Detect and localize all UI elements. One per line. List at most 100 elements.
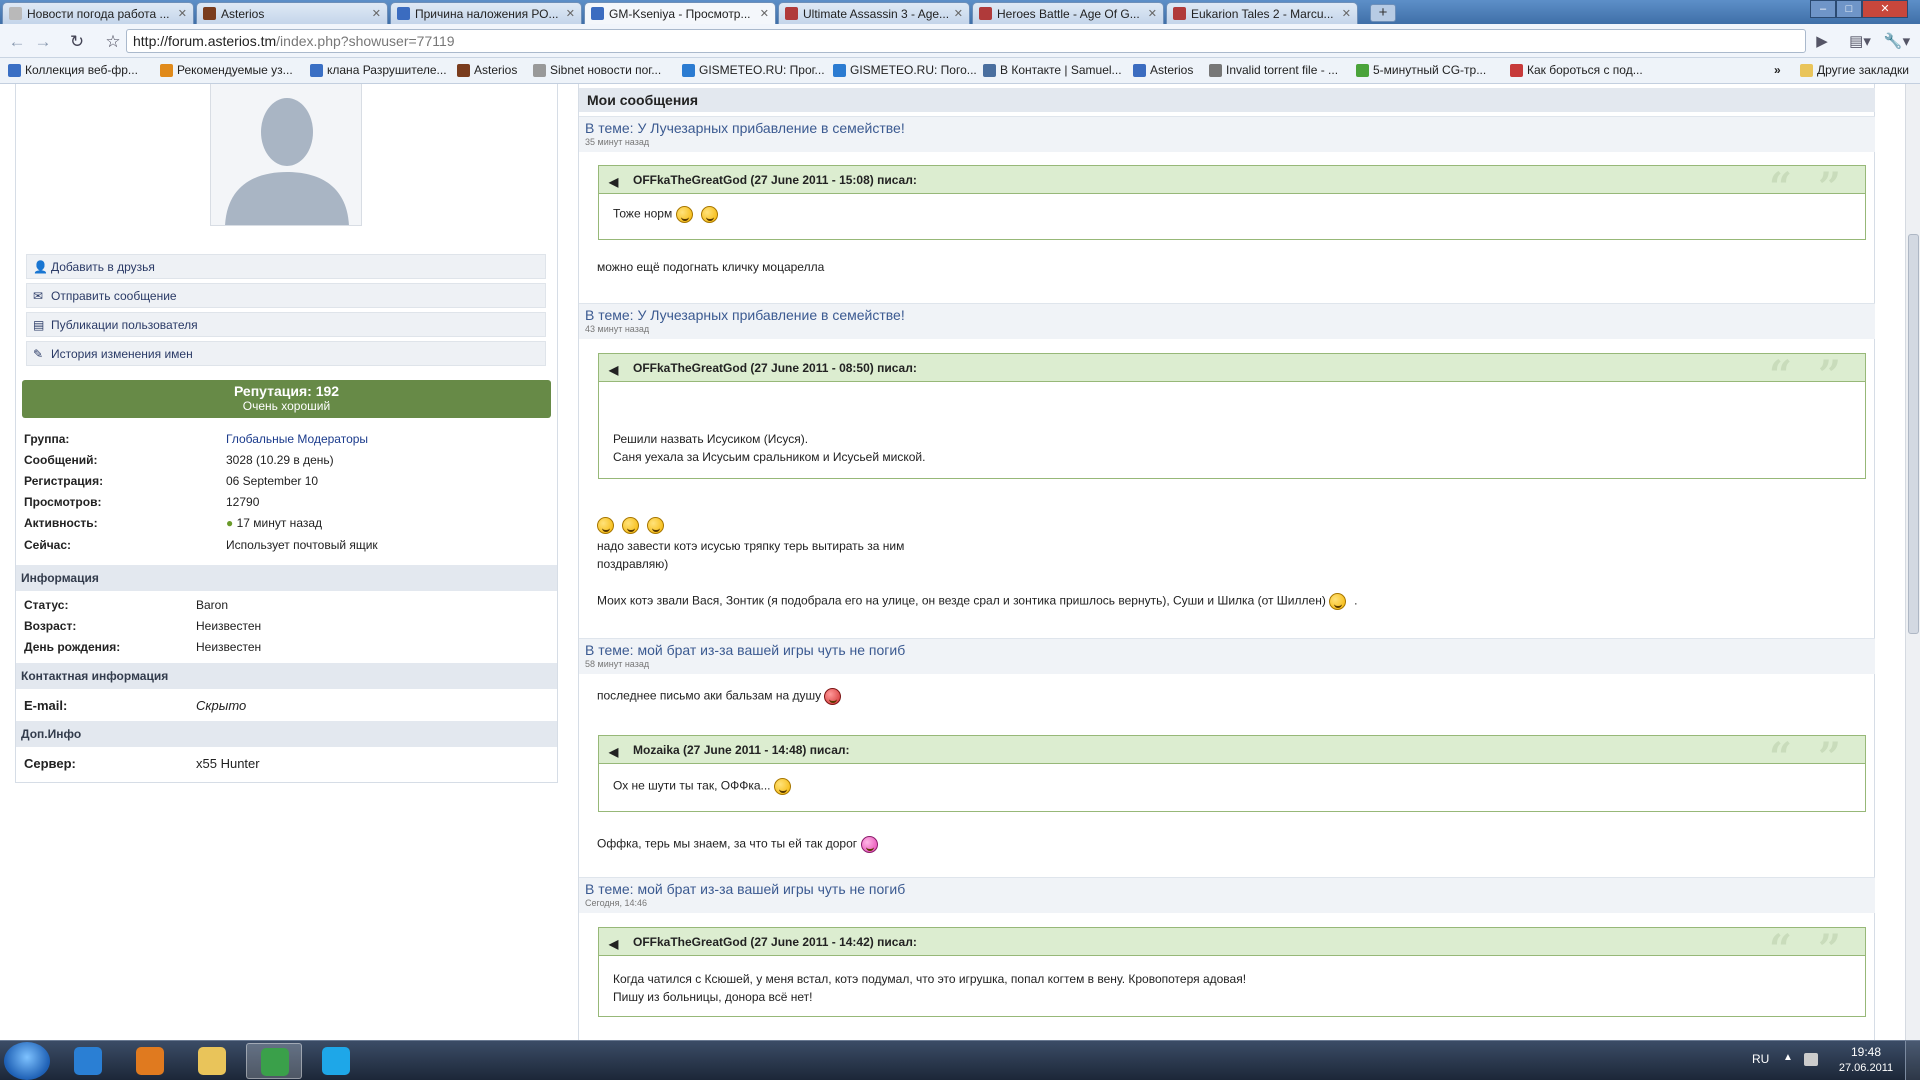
back-arrow-icon[interactable]: ← [6,31,28,53]
name-history-button[interactable]: ✎ История изменения имен [26,341,546,366]
tab-title: Heroes Battle - Age Of G... [997,6,1140,21]
tab-6[interactable]: Eukarion Tales 2 - Marcu... ✕ [1166,2,1358,24]
close-icon[interactable]: ✕ [760,7,769,20]
bookmark-item[interactable]: GISMETEO.RU: Прог... [682,63,825,77]
contact-section-header: Контактная информация [16,663,557,689]
bookmark-favicon [833,63,846,77]
scrollbar-thumb[interactable] [1908,234,1919,634]
tab-title: Причина наложения РО... [415,6,559,21]
stat-label: Сейчас: [24,538,72,552]
new-tab-button[interactable]: + [1370,4,1396,22]
show-hidden-icons-arrow-icon[interactable]: ▲ [1783,1052,1793,1063]
quote-header: ◀ OFFkaTheGreatGod (27 June 2011 - 08:50)… [599,352,1865,399]
topic-link[interactable]: В теме: мой брат из-за вашей игры чуть н… [585,881,1869,897]
close-icon[interactable]: ✕ [1342,7,1351,20]
page-scrollbar[interactable] [1905,84,1920,1040]
stat-value: 06 September 10 [226,474,319,488]
close-icon[interactable]: ✕ [372,7,381,20]
taskbar-app[interactable] [308,1043,364,1079]
media-player-icon [136,1047,164,1075]
reputation-box: Репутация: 192 Очень хороший [22,380,551,418]
tab-2[interactable]: Причина наложения РО... ✕ [390,2,582,24]
bookmark-star-icon[interactable]: ☆ [102,31,124,53]
other-bookmarks-label: Другие закладки [1817,63,1909,77]
close-icon[interactable]: ✕ [954,7,963,20]
tab-3[interactable]: GM-Kseniya - Просмотр... ✕ [584,2,776,24]
taskbar-app[interactable] [246,1043,302,1079]
address-bar[interactable]: http://forum.asterios.tm/index.php?showu… [126,29,1806,53]
user-posts-label: Публикации пользователя [51,317,198,332]
tab-1[interactable]: Asterios ✕ [196,2,388,24]
bookmarks-overflow-button[interactable]: » [1774,63,1781,77]
profile-sidebar: 👤 Добавить в друзья ✉ Отправить сообщение … [15,84,558,783]
bookmark-item[interactable]: Рекомендуемые уз... [160,63,293,77]
clock-date[interactable]: 27.06.2011 [1836,1062,1896,1074]
bookmark-label: клана Разрушителе... [327,63,447,77]
bookmark-item[interactable]: клана Разрушителе... [310,63,447,77]
bookmark-label: Invalid torrent file - ... [1226,63,1339,77]
play-icon[interactable]: ▶ [1812,31,1832,53]
clock-time[interactable]: 19:48 [1836,1045,1896,1059]
laughing-smiley-icon [700,206,718,223]
smiley-row [597,517,672,534]
stat-label: Просмотров: [24,495,102,509]
quote-line: Решили назвать Исусиком (Исуся). [613,432,809,446]
bookmarks-bar: Коллекция веб-фр... Рекомендуемые уз... … [0,58,1920,84]
url-host: http://forum.asterios.tm [133,33,277,49]
action-center-flag-icon[interactable] [1804,1053,1818,1066]
bookmark-item[interactable]: Коллекция веб-фр... [8,63,138,77]
other-bookmarks-folder[interactable]: Другие закладки [1800,63,1909,77]
topic-link[interactable]: В теме: У Лучезарных прибавление в семей… [585,307,1869,323]
stat-value: Использует почтовый ящик [226,538,378,552]
taskbar-app[interactable] [60,1043,116,1079]
start-button[interactable] [4,1042,50,1080]
taskbar-app[interactable] [184,1043,240,1079]
bookmark-label: 5-минутный CG-тр... [1373,63,1487,77]
language-indicator[interactable]: RU [1752,1052,1769,1066]
post-text: Оффка, терь мы знаем, за что ты ей так д… [597,836,858,851]
reload-icon[interactable]: ↻ [66,31,88,53]
my-messages-panel: Мои сообщения В теме: У Лучезарных приба… [578,84,1875,1040]
add-friend-button[interactable]: 👤 Добавить в друзья [26,254,546,279]
send-message-button[interactable]: ✉ Отправить сообщение [26,283,546,308]
close-icon[interactable]: ✕ [566,7,575,20]
quote-line: Пишу из больницы, донора всё нет! [613,990,813,1004]
bookmark-item[interactable]: Sibnet новости пог... [533,63,661,77]
minimize-button[interactable]: – [1810,0,1836,18]
wrench-icon[interactable]: 🔧▾ [1882,31,1912,53]
folder-icon [198,1047,226,1075]
topic-link[interactable]: В теме: мой брат из-за вашей игры чуть н… [585,642,1869,658]
tab-title: Asterios [221,6,265,21]
quote-header: ◀ Mozaika (27 June 2011 - 14:48) писал: “ … [599,734,1865,781]
stat-label: Регистрация: [24,474,104,488]
group-link[interactable]: Глобальные Модераторы [226,432,368,446]
bookmark-item[interactable]: Как бороться с под... [1510,63,1643,77]
tab-5[interactable]: Heroes Battle - Age Of G... ✕ [972,2,1164,24]
close-icon[interactable]: ✕ [178,7,187,20]
close-icon[interactable]: ✕ [1148,7,1157,20]
bookmark-favicon [1356,63,1369,77]
bookmark-item[interactable]: 5-минутный CG-тр... [1356,63,1486,77]
forward-arrow-icon[interactable]: → [32,31,54,53]
activity-value: ● 17 минут назад [226,516,322,530]
bookmark-item[interactable]: Asterios [457,63,517,77]
maximize-button[interactable]: □ [1836,0,1862,18]
topic-link[interactable]: В теме: У Лучезарных прибавление в семей… [585,120,1869,136]
tab-0[interactable]: Новости погода работа ... ✕ [2,2,194,24]
bookmark-item[interactable]: Asterios [1133,63,1193,77]
show-desktop-button[interactable] [1905,1041,1920,1080]
tab-4[interactable]: Ultimate Assassin 3 - Age... ✕ [778,2,970,24]
user-posts-button[interactable]: ▤ Публикации пользователя [26,312,546,337]
add-friend-label: Добавить в друзья [51,259,155,274]
tab-strip: Новости погода работа ... ✕ Asterios ✕ При… [0,0,1920,24]
quote-arrow-icon: ◀ [609,744,619,759]
bookmark-item[interactable]: Invalid torrent file - ... [1209,63,1338,77]
page-menu-icon[interactable]: ▤▾ [1846,31,1874,53]
bookmark-item[interactable]: GISMETEO.RU: Пого... [833,63,977,77]
bookmark-item[interactable]: В Контакте | Samuel... [983,63,1122,77]
close-window-button[interactable]: ✕ [1862,0,1908,18]
post-time: Сегодня, 14:46 [585,898,648,908]
bookmark-favicon [682,63,695,77]
tab-favicon [203,7,216,20]
taskbar-app[interactable] [122,1043,178,1079]
